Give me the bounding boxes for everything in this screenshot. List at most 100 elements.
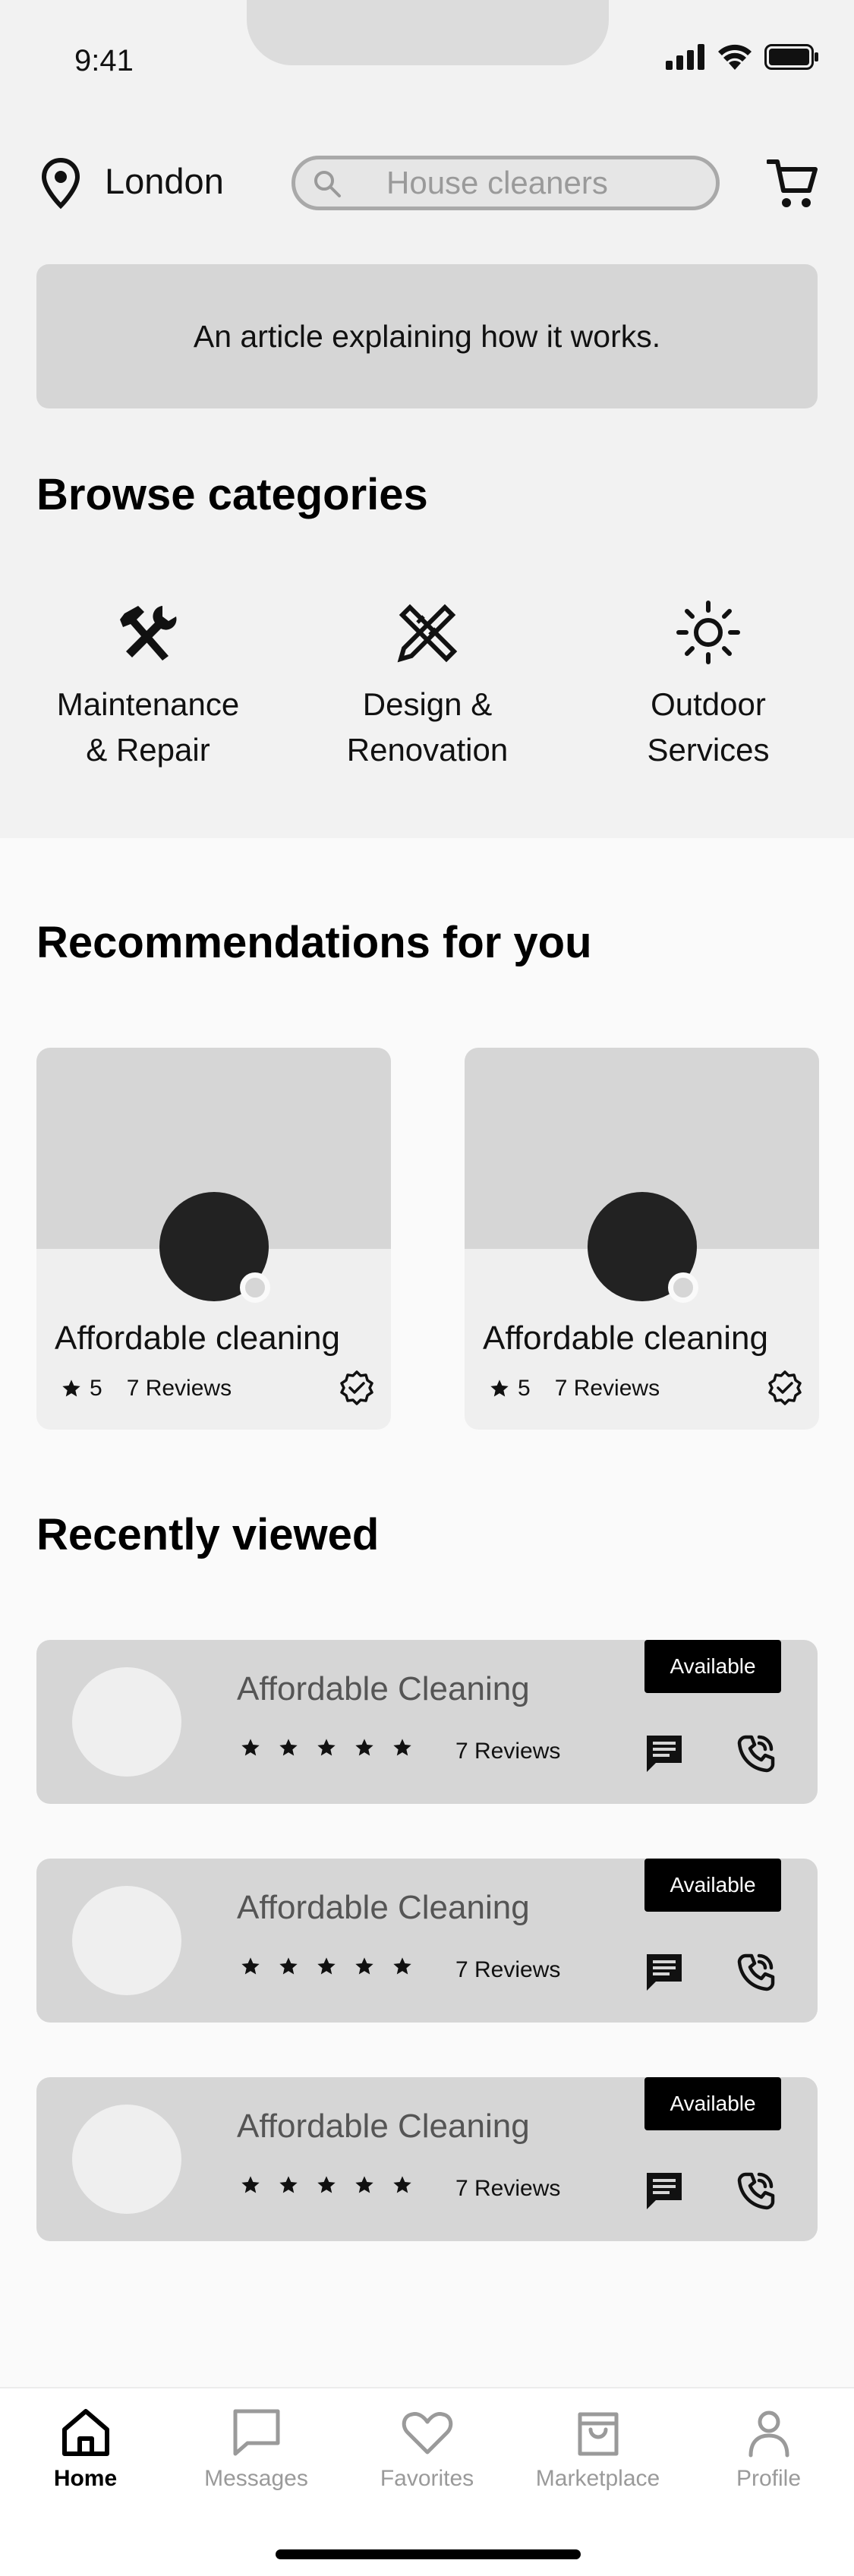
reviews-count: 7 Reviews: [126, 1376, 232, 1401]
heart-icon: [402, 2412, 452, 2455]
star-icon: [241, 1739, 260, 1756]
category-design-renovation[interactable]: Design & Renovation: [314, 600, 541, 773]
tab-home[interactable]: Home: [0, 2404, 171, 2492]
verified-badge-icon: [340, 1370, 373, 1405]
tab-label: Home: [53, 2466, 118, 2491]
category-label-line1: Outdoor: [651, 686, 766, 722]
messages-icon: [233, 2409, 279, 2456]
availability-badge: Available: [644, 2077, 781, 2130]
phone-call-icon[interactable]: [735, 2170, 776, 2211]
tab-marketplace[interactable]: Marketplace: [512, 2404, 683, 2492]
sun-icon: [676, 601, 740, 664]
star-icon: [355, 2176, 373, 2193]
tab-favorites[interactable]: Favorites: [342, 2404, 512, 2492]
star-icon: [279, 2176, 298, 2193]
tab-label: Marketplace: [535, 2466, 660, 2491]
tab-label: Profile: [736, 2466, 802, 2491]
star-icon: [241, 2176, 260, 2193]
star-icon: [490, 1379, 509, 1397]
category-label-line2: Services: [647, 732, 770, 768]
star-icon: [355, 1957, 373, 1975]
article-banner[interactable]: An article explaining how it works.: [36, 264, 818, 408]
tab-profile[interactable]: Profile: [683, 2404, 854, 2492]
reviews-count: 7 Reviews: [455, 1957, 561, 1982]
star-icon: [393, 2176, 411, 2193]
category-maintenance-repair[interactable]: Maintenance & Repair: [34, 600, 262, 773]
category-label-line1: Maintenance: [56, 686, 240, 722]
home-indicator: [276, 2549, 581, 2559]
message-icon[interactable]: [644, 2170, 685, 2211]
phone-call-icon[interactable]: [735, 1733, 776, 1774]
avatar: [72, 1886, 181, 1995]
recent-item-title: Affordable Cleaning: [237, 1670, 530, 1707]
availability-badge: Available: [644, 1859, 781, 1912]
online-status-dot: [668, 1272, 698, 1303]
search-icon: [314, 171, 341, 197]
card-title: Affordable cleaning: [483, 1320, 768, 1357]
reviews-count: 7 Reviews: [455, 1739, 561, 1764]
star-icon: [241, 1957, 260, 1975]
home-icon: [61, 2409, 109, 2456]
rating: 5 7 Reviews: [61, 1376, 232, 1402]
star-rating: [240, 1956, 413, 1977]
design-icon: [397, 604, 458, 663]
avatar: [72, 2105, 181, 2214]
avatar: [72, 1667, 181, 1777]
phone-call-icon[interactable]: [735, 1951, 776, 1992]
online-status-dot: [240, 1272, 270, 1303]
browse-categories-heading: Browse categories: [36, 470, 428, 519]
category-label-line1: Design &: [362, 686, 493, 722]
reviews-count: 7 Reviews: [455, 2176, 561, 2201]
status-bar: 9:41: [0, 0, 854, 114]
star-icon: [355, 1739, 373, 1756]
article-text: An article explaining how it works.: [193, 318, 661, 354]
tools-icon: [120, 606, 177, 661]
category-label-line2: Renovation: [346, 732, 509, 768]
battery-icon: [764, 44, 818, 70]
status-time: 9:41: [74, 44, 134, 77]
recently-viewed-heading: Recently viewed: [36, 1510, 380, 1559]
bag-icon: [578, 2412, 618, 2456]
rating-value: 5: [518, 1376, 531, 1401]
message-icon[interactable]: [644, 1951, 685, 1992]
signal-icon: [666, 44, 704, 70]
cart-icon[interactable]: [767, 157, 818, 210]
reviews-count: 7 Reviews: [554, 1376, 660, 1401]
star-icon: [279, 1739, 298, 1756]
recent-item[interactable]: Affordable Cleaning 7 Reviews Available: [36, 2077, 818, 2241]
card-title: Affordable cleaning: [55, 1320, 340, 1357]
rating: 5 7 Reviews: [489, 1376, 660, 1402]
tab-messages[interactable]: Messages: [171, 2404, 342, 2492]
star-rating: [240, 1737, 413, 1758]
star-icon: [317, 1957, 336, 1975]
star-icon: [393, 1957, 411, 1975]
star-rating: [240, 2174, 413, 2196]
category-outdoor-services[interactable]: Outdoor Services: [594, 600, 822, 773]
tab-label: Messages: [204, 2466, 308, 2491]
profile-icon: [748, 2410, 789, 2458]
recommendation-card[interactable]: Affordable cleaning 5 7 Reviews: [36, 1048, 391, 1430]
recent-item-title: Affordable Cleaning: [237, 2108, 530, 2145]
search-input[interactable]: [386, 166, 705, 200]
recent-item[interactable]: Affordable Cleaning 7 Reviews Available: [36, 1859, 818, 2023]
star-icon: [62, 1379, 80, 1397]
star-icon: [317, 1739, 336, 1756]
top-row: London: [0, 148, 854, 216]
recent-item[interactable]: Affordable Cleaning 7 Reviews Available: [36, 1640, 818, 1804]
recommendation-card[interactable]: Affordable cleaning 5 7 Reviews: [465, 1048, 819, 1430]
bottom-tab-bar: Home Messages Favorites Marketplace Prof…: [0, 2387, 854, 2576]
recommendations-heading: Recommendations for you: [36, 918, 592, 967]
message-icon[interactable]: [644, 1733, 685, 1774]
wifi-icon: [718, 44, 752, 70]
star-icon: [393, 1739, 411, 1756]
system-icons: [666, 44, 819, 70]
category-label-line2: & Repair: [86, 732, 210, 768]
star-icon: [317, 2176, 336, 2193]
search-bar[interactable]: [291, 156, 720, 210]
location-label[interactable]: London: [105, 160, 224, 202]
notch: [247, 0, 609, 65]
recent-item-title: Affordable Cleaning: [237, 1889, 530, 1926]
tab-label: Favorites: [380, 2466, 474, 2491]
availability-badge: Available: [644, 1640, 781, 1693]
location-pin-icon[interactable]: [39, 157, 82, 210]
